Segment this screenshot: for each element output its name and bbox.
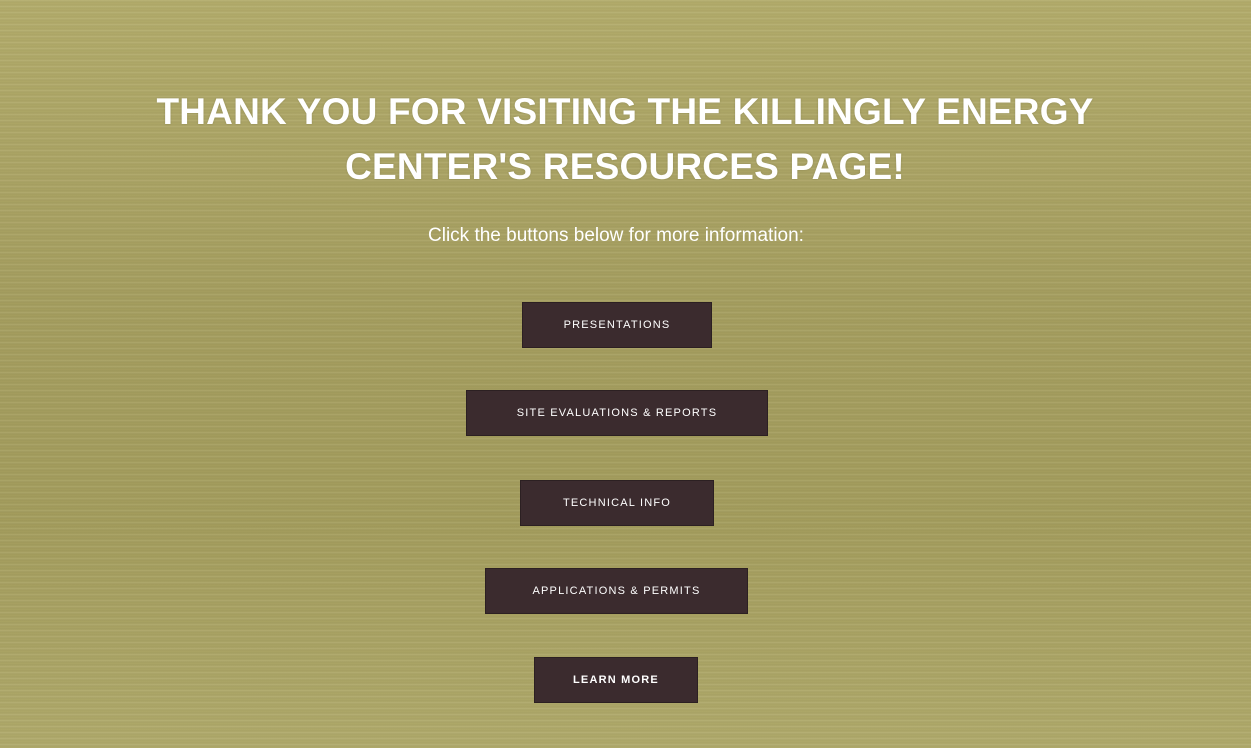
site-evaluations-reports-button[interactable]: SITE EVALUATIONS & REPORTS (466, 390, 768, 436)
technical-info-button[interactable]: TECHNICAL INFO (520, 480, 714, 526)
page-title: THANK YOU FOR VISITING THE KILLINGLY ENE… (156, 91, 1094, 187)
resources-page: THANK YOU FOR VISITING THE KILLINGLY ENE… (0, 0, 1251, 748)
learn-more-button[interactable]: LEARN MORE (534, 657, 698, 703)
applications-permits-button[interactable]: APPLICATIONS & PERMITS (485, 568, 748, 614)
presentations-button[interactable]: PRESENTATIONS (522, 302, 712, 348)
page-subtitle: Click the buttons below for more informa… (428, 225, 804, 246)
